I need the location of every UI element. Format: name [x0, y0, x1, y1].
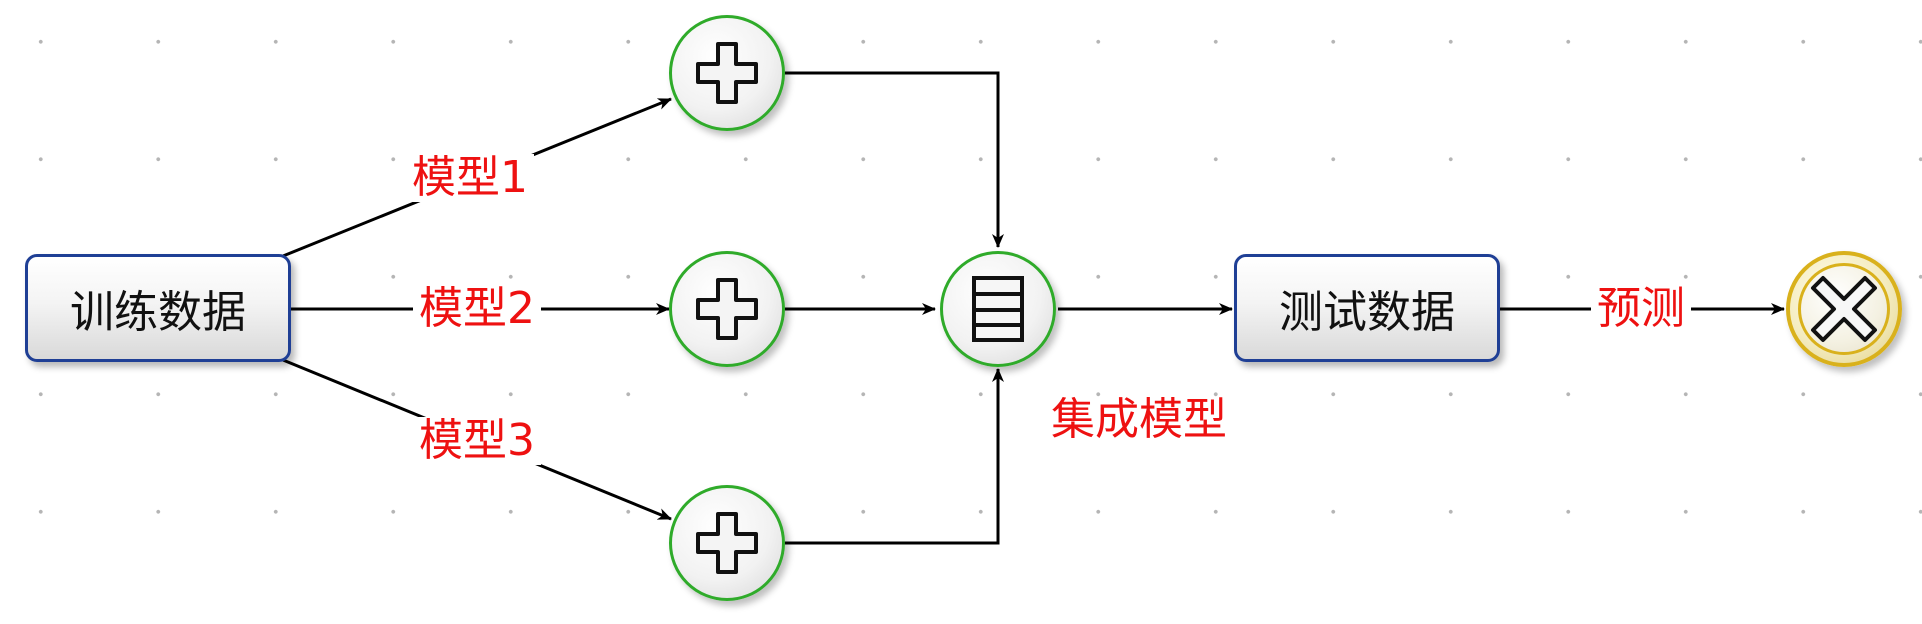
model3-label: 模型3: [413, 417, 541, 465]
edge-top-merge: [785, 71, 1004, 248]
gateway-model1[interactable]: [669, 15, 785, 131]
model1-label: 模型1: [406, 154, 534, 202]
test-data-box[interactable]: 测试数据: [1234, 254, 1500, 362]
plus-icon: [696, 512, 758, 574]
end-event-inner-ring: [1798, 263, 1890, 355]
model2-label: 模型2: [413, 285, 541, 333]
gateway-model3[interactable]: [669, 485, 785, 601]
predict-label: 预测: [1591, 285, 1691, 333]
training-data-label: 训练数据: [70, 287, 246, 338]
plus-icon: [696, 42, 758, 104]
gateway-model2[interactable]: [669, 251, 785, 367]
x-icon: [1811, 276, 1877, 342]
ensemble-merge-node[interactable]: [940, 251, 1056, 367]
end-event-node[interactable]: [1786, 251, 1902, 367]
edge-bot-merge: [785, 368, 1004, 545]
document-list-icon: [972, 276, 1024, 342]
plus-icon: [696, 278, 758, 340]
training-data-box[interactable]: 训练数据: [25, 254, 291, 362]
ensemble-label: 集成模型: [1051, 394, 1227, 445]
test-data-label: 测试数据: [1279, 287, 1455, 338]
